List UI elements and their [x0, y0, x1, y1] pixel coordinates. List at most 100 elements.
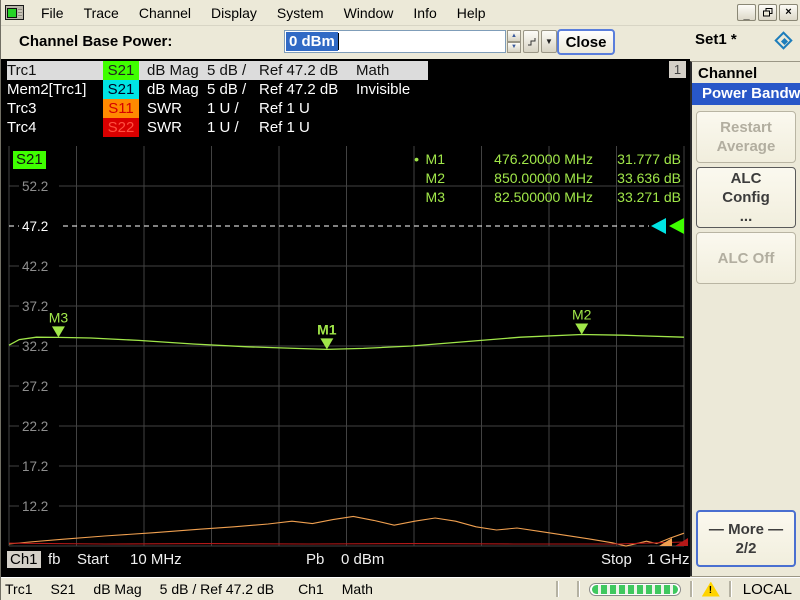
menu-system[interactable]: System	[267, 3, 334, 23]
trace-format: dB Mag	[147, 62, 199, 79]
minimize-icon: _	[743, 9, 750, 21]
ref-level-indicator	[651, 218, 666, 234]
sweep-progress-bar	[588, 582, 681, 596]
power-input-value: 0 dBm	[286, 32, 338, 51]
y-axis-tick-label: 22.2	[22, 419, 48, 434]
trace-name: Mem2[Trc1]	[7, 81, 87, 98]
restore-icon	[762, 8, 772, 17]
analyzer-window: File Trace Channel Display System Window…	[0, 0, 800, 600]
unit-dropdown-button[interactable]: ▼	[541, 30, 557, 53]
close-window-button[interactable]: ×	[779, 4, 798, 21]
warning-icon[interactable]: !	[701, 581, 720, 597]
instrument-screen-icon	[7, 7, 17, 18]
marker-triangle-m2	[575, 323, 589, 335]
menu-window[interactable]: Window	[334, 3, 404, 23]
restore-button[interactable]	[758, 4, 777, 21]
status-divider	[555, 581, 559, 597]
status-divider	[728, 581, 732, 597]
trace-scale: 5 dB /	[207, 62, 247, 79]
setup-row: Set1 *	[690, 26, 800, 61]
y-axis-tick-label: 47.2	[22, 219, 48, 234]
spin-down-icon[interactable]: ▼	[507, 41, 521, 53]
value-spinner[interactable]: ▲ ▼	[507, 30, 521, 53]
trace-math: Math	[356, 62, 390, 79]
marker-name: M1	[425, 151, 445, 167]
active-menu-item[interactable]: Power Bandwi	[692, 83, 800, 105]
trace-label-badge: S21	[13, 151, 46, 169]
menu-trace[interactable]: Trace	[74, 3, 129, 23]
base-power-value: 0 dBm	[341, 551, 385, 568]
status-math: Math	[341, 581, 373, 597]
trace-ref: Ref 47.2 dB	[259, 62, 339, 79]
trace-format: dB Mag	[147, 81, 199, 98]
power-input[interactable]: 0 dBm	[284, 30, 506, 53]
sparam-badge: S21	[103, 80, 139, 99]
marker-label-m1: M1	[317, 321, 337, 337]
close-icon: ×	[785, 6, 792, 18]
marker-triangle-m3	[51, 326, 65, 338]
trace-name: Trc4	[7, 119, 37, 136]
y-axis-tick-label: 27.2	[22, 379, 48, 394]
y-axis-tick-label: 52.2	[22, 179, 48, 194]
menu-bar: File Trace Channel Display System Window…	[1, 0, 800, 26]
step-icon	[527, 38, 535, 46]
trace-row-trc1[interactable]: Trc1 S21 dB Mag 5 dB / Ref 47.2 dB Math	[7, 61, 428, 80]
stop-label: Stop	[601, 551, 632, 568]
trace-scale: 1 U /	[207, 100, 239, 117]
marker-readout: • M1 476.20000 MHz 31.777 dB M2 850.0000…	[407, 150, 681, 207]
menu-display[interactable]: Display	[201, 3, 267, 23]
minimize-button[interactable]: _	[737, 4, 756, 21]
entry-bar: Channel Base Power: 0 dBm ▲ ▼ ▼ Close	[1, 26, 690, 59]
diagram-area: 52.2 47.2 42.2 37.2 32.2 27.2 22.2 17.2 12.2 M1 M2…	[1, 59, 690, 577]
marker-value: 33.271 dB	[617, 189, 681, 205]
channel-mode: fb	[48, 551, 61, 568]
trace-row-mem2[interactable]: Mem2[Trc1] S21 dB Mag 5 dB / Ref 47.2 dB…	[7, 80, 428, 99]
menu-file[interactable]: File	[31, 3, 74, 23]
trace-row-trc4[interactable]: Trc4 S22 SWR 1 U / Ref 1 U	[7, 118, 428, 137]
marker-frequency: 850.00000 MHz	[494, 170, 593, 186]
start-label: Start	[77, 551, 109, 568]
trace-math: Invisible	[356, 81, 411, 98]
status-bar: Trc1 S21 dB Mag 5 dB / Ref 47.2 dB Ch1 M…	[1, 577, 800, 600]
softkey-sidebar: Set1 * Channel Power Bandwi Restart Aver…	[690, 26, 800, 577]
close-dialog-button[interactable]: Close	[557, 29, 615, 55]
channel-badge[interactable]: Ch1	[7, 551, 41, 568]
setup-name: Set1 *	[695, 31, 737, 48]
marker-value: 33.636 dB	[617, 170, 681, 186]
menu-info[interactable]: Info	[403, 3, 446, 23]
softkey-panel: Channel Power Bandwi Restart Average ALC…	[690, 61, 800, 577]
active-marker-dot	[407, 188, 419, 207]
sparam-badge: S21	[103, 61, 139, 80]
trace-scale: 5 dB /	[207, 81, 247, 98]
marker-row-m3: M3 82.500000 MHz 33.271 dB	[407, 188, 681, 207]
menu-channel[interactable]: Channel	[129, 3, 201, 23]
step-size-button[interactable]	[523, 30, 539, 53]
channel-base-power-label: Channel Base Power:	[19, 33, 173, 50]
alc-config-button[interactable]: ALC Config ...	[696, 167, 796, 228]
sparam-badge: S22	[103, 118, 139, 137]
trace-scale: 1 U /	[207, 119, 239, 136]
trace-list: Trc1 S21 dB Mag 5 dB / Ref 47.2 dB Math …	[7, 61, 428, 137]
y-axis-tick-label: 37.2	[22, 299, 48, 314]
menu-help[interactable]: Help	[447, 3, 496, 23]
restart-average-button[interactable]: Restart Average	[696, 111, 796, 163]
start-value: 10 MHz	[130, 551, 182, 568]
stop-value: 1 GHz	[647, 551, 690, 568]
more-button[interactable]: — More — 2/2	[696, 510, 796, 567]
status-channel: Ch1	[298, 581, 324, 597]
sparam-badge: S11	[103, 99, 139, 118]
y-axis-tick-label: 32.2	[22, 339, 48, 354]
trace-row-trc3[interactable]: Trc3 S11 SWR 1 U / Ref 1 U	[7, 99, 428, 118]
marker-frequency: 476.20000 MHz	[494, 151, 593, 167]
app-icon[interactable]	[5, 5, 24, 20]
marker-label-m3: M3	[49, 309, 69, 325]
spin-up-icon[interactable]: ▲	[507, 30, 521, 42]
diagram-number-badge: 1	[669, 61, 686, 78]
trace-math	[356, 99, 428, 118]
marker-row-m1: • M1 476.20000 MHz 31.777 dB	[407, 150, 681, 169]
marker-value: 31.777 dB	[617, 151, 681, 167]
alc-off-button[interactable]: ALC Off	[696, 232, 796, 284]
active-marker-dot: •	[414, 151, 419, 167]
local-remote-state: LOCAL	[742, 580, 792, 598]
instrument-keys-icon	[18, 8, 22, 17]
